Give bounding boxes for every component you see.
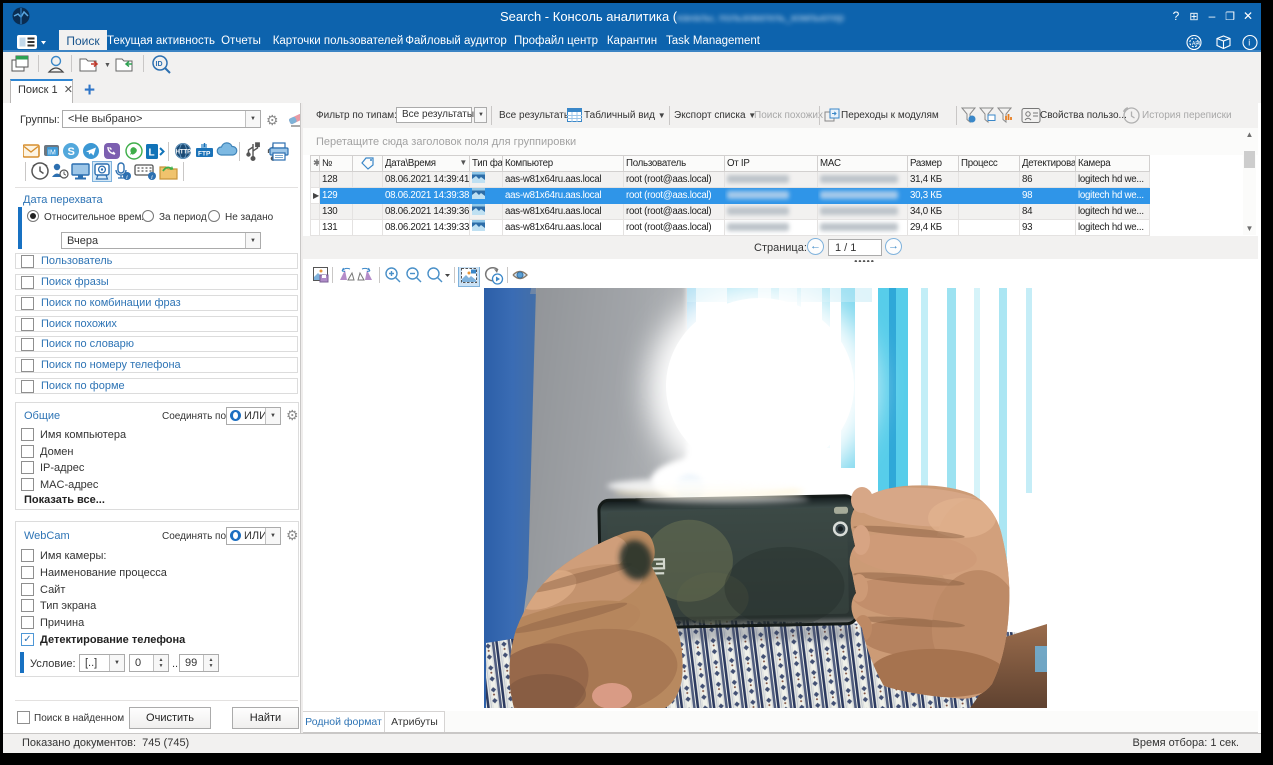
svg-text:i: i <box>1248 38 1250 48</box>
svg-text:S: S <box>68 146 75 158</box>
svg-text:i: i <box>151 174 153 181</box>
svg-text:HTTP: HTTP <box>176 150 192 156</box>
svg-text:ID: ID <box>156 61 163 68</box>
svg-text:API: API <box>1192 41 1200 47</box>
svg-text:i: i <box>126 174 128 181</box>
svg-text:L: L <box>149 148 155 159</box>
svg-text:FTP: FTP <box>198 151 211 158</box>
svg-text:IM: IM <box>48 150 56 157</box>
